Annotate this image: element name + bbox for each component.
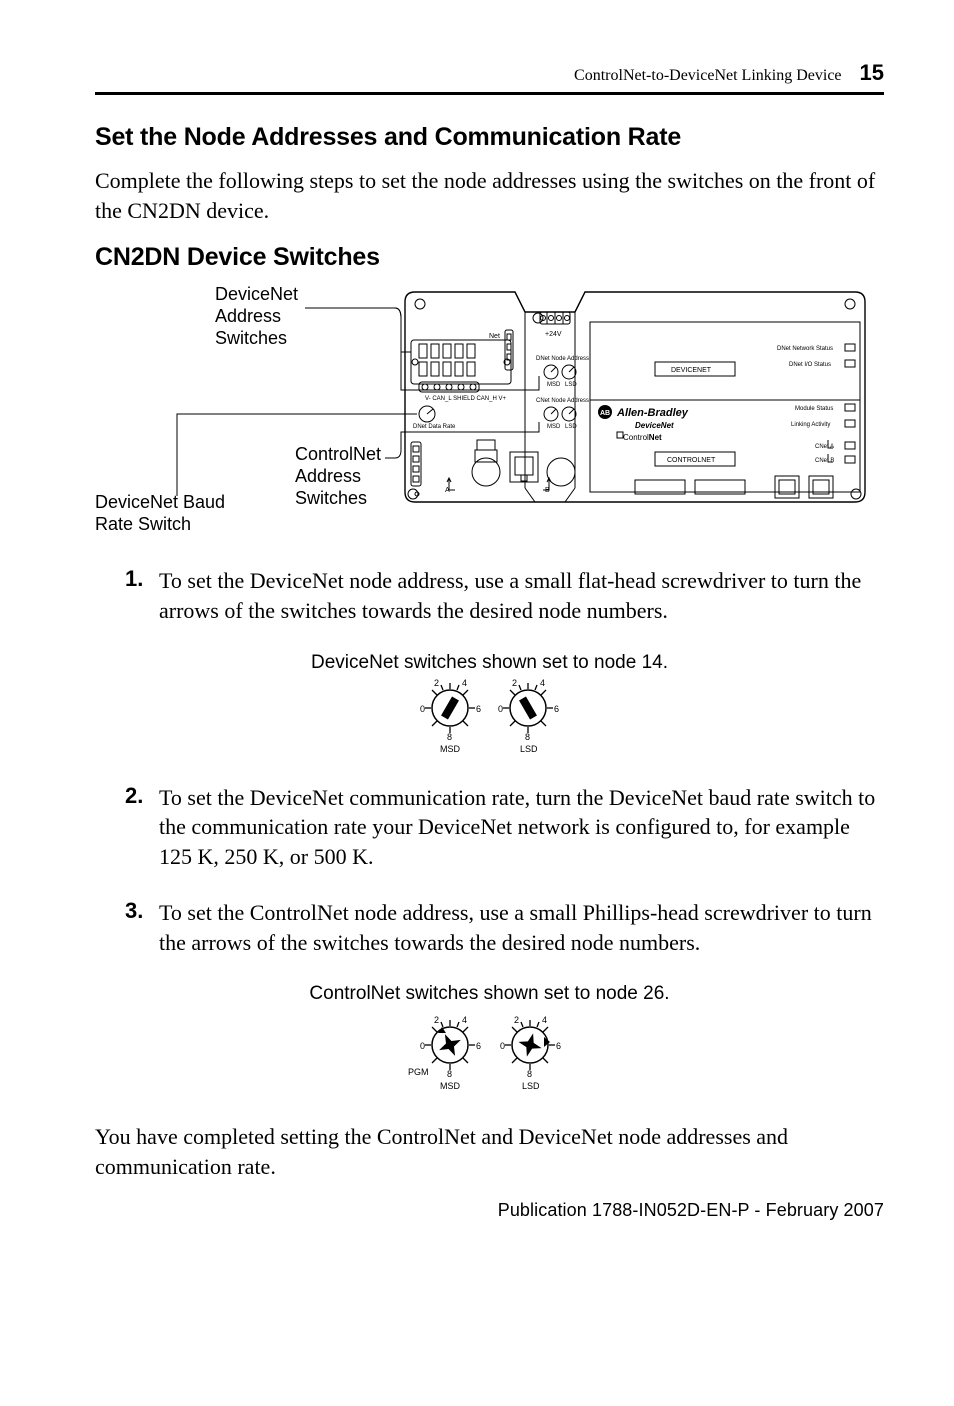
page-header: ControlNet-to-DeviceNet Linking Device 1…: [95, 60, 884, 95]
section-title: Set the Node Addresses and Communication…: [95, 123, 884, 152]
svg-text:0: 0: [420, 1041, 425, 1051]
step-2: 2. To set the DeviceNet communication ra…: [125, 783, 884, 872]
label-24v: +24V: [545, 331, 562, 338]
svg-text:DNet Network Status: DNet Network Status: [777, 346, 833, 352]
svg-text:LSD: LSD: [565, 382, 577, 388]
svg-text:4: 4: [542, 1015, 547, 1025]
svg-text:MSD: MSD: [547, 382, 561, 388]
svg-text:DNet Node Address: DNet Node Address: [536, 356, 589, 362]
cnet-dial-figure: .d{font-family:Arial;font-size:9px}.dl{f…: [95, 1009, 884, 1100]
dnet-addr-rotary-icon: DNet Node Address MSD LSD: [536, 356, 589, 388]
section-intro: Complete the following steps to set the …: [95, 166, 884, 225]
label-devicenet-box: DEVICENET: [671, 367, 712, 374]
svg-text:2: 2: [434, 1015, 439, 1025]
device-diagram: .lbl { font-family: Arial, Helvetica, sa…: [95, 282, 884, 542]
label-ab-cnet: ControlNet: [623, 433, 662, 442]
dnet-dial-figure: .d{font-family:Arial;font-size:9px}.dl{f…: [95, 678, 884, 761]
svg-text:8: 8: [527, 1069, 532, 1079]
svg-text:Module Status: Module Status: [795, 406, 833, 412]
svg-text:V- CAN_L SHIELD CAN_H V+: V- CAN_L SHIELD CAN_H V+: [425, 396, 506, 402]
svg-text:2: 2: [434, 678, 439, 688]
svg-text:LSD: LSD: [522, 1081, 540, 1091]
svg-text:Linking Activity: Linking Activity: [791, 422, 830, 428]
label-controlnet-box: CONTROLNET: [667, 457, 716, 464]
svg-text:DNet I/O Status: DNet I/O Status: [789, 362, 831, 368]
header-page-number: 15: [860, 60, 884, 86]
svg-text:0: 0: [498, 704, 503, 714]
svg-text:LSD: LSD: [565, 424, 577, 430]
svg-text:Switches: Switches: [295, 488, 367, 508]
svg-text:0: 0: [420, 704, 425, 714]
svg-text:CNet A: CNet A: [815, 444, 834, 450]
step-1: 1. To set the DeviceNet node address, us…: [125, 566, 884, 625]
svg-text:CNet B: CNet B: [815, 458, 834, 464]
bnc-a-icon: A: [445, 440, 500, 494]
label-baud: DeviceNet Baud: [95, 492, 225, 512]
label-ab-dnet: DeviceNet: [635, 421, 674, 430]
svg-text:MSD: MSD: [547, 424, 561, 430]
svg-text:PGM: PGM: [408, 1067, 429, 1077]
svg-text:0: 0: [500, 1041, 505, 1051]
step-text: To set the DeviceNet node address, use a…: [159, 566, 884, 625]
svg-text:4: 4: [540, 678, 545, 688]
header-title: ControlNet-to-DeviceNet Linking Device: [574, 67, 841, 85]
step-text: To set the DeviceNet communication rate,…: [159, 783, 884, 872]
step-number: 2.: [125, 783, 159, 872]
svg-text:Switches: Switches: [215, 328, 287, 348]
label-dnet-addr: DeviceNet: [215, 284, 298, 304]
svg-text:CNet Node Address: CNet Node Address: [536, 398, 589, 404]
svg-text:2: 2: [514, 1015, 519, 1025]
svg-text:Rate Switch: Rate Switch: [95, 514, 191, 534]
svg-text:Address: Address: [215, 306, 281, 326]
svg-text:ControlNet: ControlNet: [295, 444, 381, 464]
footer-publication: Publication 1788-IN052D-EN-P - February …: [95, 1200, 884, 1221]
svg-text:4: 4: [462, 1015, 467, 1025]
svg-text:LSD: LSD: [520, 744, 538, 754]
step-text: To set the ControlNet node address, use …: [159, 898, 884, 957]
svg-text:4: 4: [462, 678, 467, 688]
svg-text:MSD: MSD: [440, 1081, 461, 1091]
svg-text:DNet Data Rate: DNet Data Rate: [413, 424, 456, 430]
svg-text:6: 6: [556, 1041, 561, 1051]
figure-title: CN2DN Device Switches: [95, 243, 884, 272]
svg-text:8: 8: [447, 1069, 452, 1079]
svg-text:6: 6: [476, 704, 481, 714]
bnc-b-icon: B: [543, 458, 575, 494]
caption-cnet-switches: ControlNet switches shown set to node 26…: [95, 983, 884, 1005]
svg-text:Address: Address: [295, 466, 361, 486]
cnet-addr-rotary-icon: CNet Node Address MSD LSD: [536, 398, 589, 430]
svg-text:8: 8: [525, 732, 530, 742]
svg-text:6: 6: [476, 1041, 481, 1051]
svg-text:6: 6: [554, 704, 559, 714]
step-3: 3. To set the ControlNet node address, u…: [125, 898, 884, 957]
svg-text:8: 8: [447, 732, 452, 742]
baud-rotary-icon: DNet Data Rate: [413, 406, 456, 430]
label-net: Net: [489, 333, 500, 340]
closing-paragraph: You have completed setting the ControlNe…: [95, 1122, 884, 1181]
ab-logo-icon: AB: [600, 410, 610, 417]
label-ab: Allen-Bradley: [616, 407, 689, 419]
caption-dnet-switches: DeviceNet switches shown set to node 14.: [95, 652, 884, 674]
svg-text:2: 2: [512, 678, 517, 688]
svg-text:MSD: MSD: [440, 744, 461, 754]
step-number: 3.: [125, 898, 159, 957]
step-number: 1.: [125, 566, 159, 625]
